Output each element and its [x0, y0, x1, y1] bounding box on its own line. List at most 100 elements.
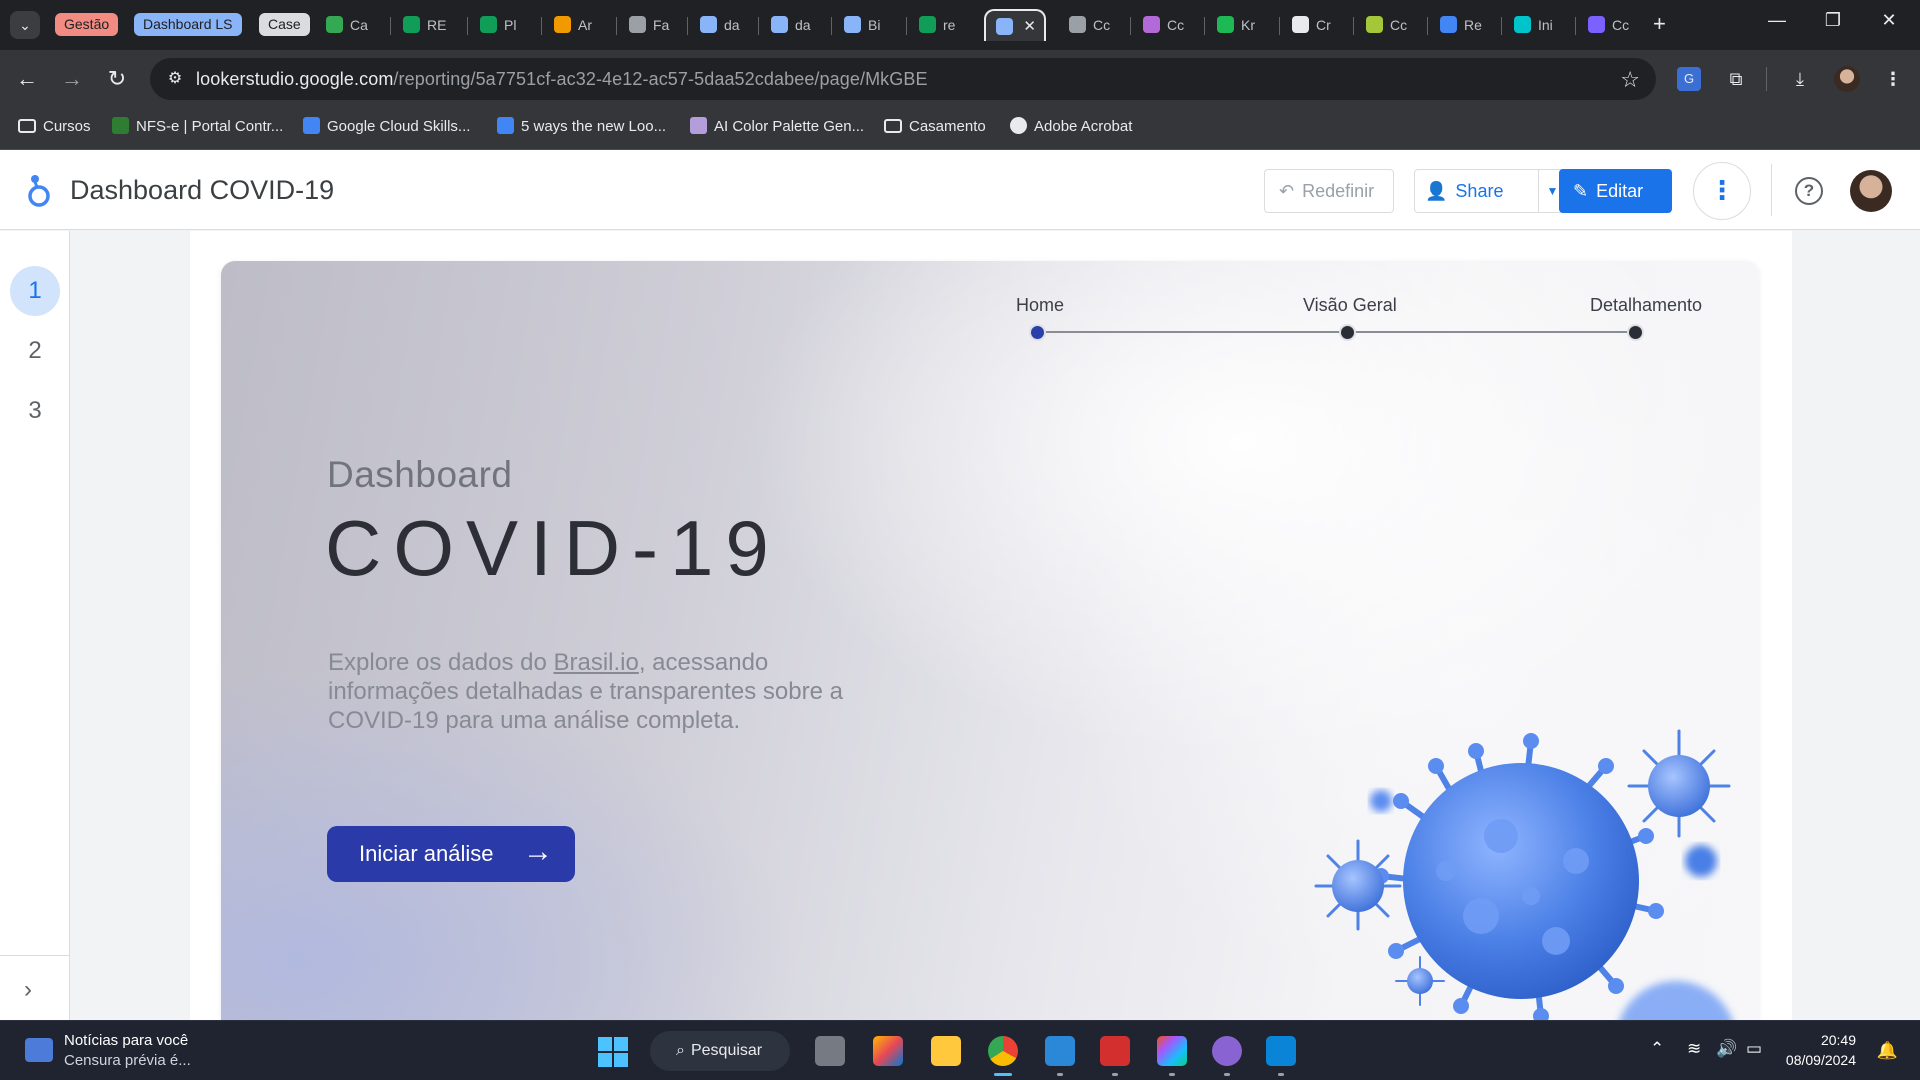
brasil-io-link[interactable]: Brasil.io	[553, 649, 638, 676]
volume-icon[interactable]: 🔊	[1716, 1039, 1737, 1059]
window-close-icon[interactable]: ✕	[1866, 10, 1912, 31]
edit-button[interactable]: ✎ Editar	[1559, 169, 1672, 213]
looker-studio-logo-icon[interactable]	[26, 174, 52, 208]
tab-1[interactable]: RE	[395, 9, 455, 41]
task-view-icon[interactable]	[815, 1036, 845, 1066]
tab-7[interactable]: Bi	[836, 9, 896, 41]
address-bar[interactable]: ⚙ lookerstudio.google.com/reporting/5a77…	[150, 58, 1656, 100]
tab-10[interactable]: Cc	[1061, 9, 1121, 41]
acrobat-indicator	[1112, 1073, 1118, 1076]
wifi-icon[interactable]: ≋	[1687, 1039, 1701, 1059]
bookmark-label: NFS-e | Portal Contr...	[136, 118, 284, 135]
clock-date[interactable]: 08/09/2024	[1786, 1052, 1856, 1068]
tab-15[interactable]: Re	[1432, 9, 1492, 41]
tab-0[interactable]: Ca	[318, 9, 378, 41]
report-nav-dot-visao-geral[interactable]	[1339, 324, 1356, 341]
close-tab-icon[interactable]: ✕	[1023, 11, 1036, 41]
tab-label: Ini	[1538, 17, 1553, 33]
copilot-icon[interactable]	[873, 1036, 903, 1066]
tab-separator	[1501, 17, 1502, 35]
clock-time[interactable]: 20:49	[1821, 1032, 1856, 1048]
bookmark-5[interactable]: Casamento	[884, 118, 986, 135]
start-analysis-button[interactable]: Iniciar análise →	[327, 826, 575, 882]
bookmark-star-icon[interactable]: ☆	[1620, 67, 1640, 93]
profile-avatar-icon[interactable]	[1834, 66, 1860, 92]
google-translate-icon[interactable]: G	[1677, 67, 1701, 91]
tab-group-gestao[interactable]: Gestão	[55, 13, 119, 36]
tab-3[interactable]: Ar	[546, 9, 606, 41]
back-icon[interactable]: ←	[11, 63, 43, 95]
bookmark-1[interactable]: NFS-e | Portal Contr...	[112, 117, 284, 135]
tab-14[interactable]: Cc	[1358, 9, 1418, 41]
tab-label: Cc	[1167, 17, 1185, 33]
tray-overflow-icon[interactable]: ⌃	[1650, 1039, 1664, 1059]
acrobat-icon[interactable]	[1100, 1036, 1130, 1066]
bookmark-0[interactable]: Cursos	[18, 118, 91, 135]
notification-bell-icon[interactable]: 🔔	[1877, 1041, 1898, 1061]
restore-icon[interactable]: ❐	[1810, 10, 1856, 31]
tab-16[interactable]: Ini	[1506, 9, 1566, 41]
tab-6[interactable]: da	[763, 9, 823, 41]
report-nav-dot-detalhamento[interactable]	[1627, 324, 1644, 341]
new-tab-button[interactable]: +	[1653, 11, 1666, 37]
tab-5[interactable]: da	[692, 9, 752, 41]
tab-13[interactable]: Cr	[1284, 9, 1344, 41]
video-app-icon	[1588, 16, 1605, 34]
file-explorer-icon[interactable]	[931, 1036, 961, 1066]
tab-group-case[interactable]: Case	[259, 13, 310, 36]
more-options-icon[interactable]: ⋮	[1693, 162, 1751, 220]
report-nav-visao-geral[interactable]: Visão Geral	[1303, 295, 1397, 316]
figma-icon[interactable]	[1157, 1036, 1187, 1066]
tab-4[interactable]: Fa	[621, 9, 681, 41]
news-title[interactable]: Notícias para você	[64, 1032, 188, 1049]
hero-panel: Home Visão Geral Detalhamento Dashboard …	[221, 261, 1759, 1021]
page-tab-3[interactable]: 3	[10, 386, 60, 436]
folder-icon	[18, 118, 36, 133]
chevron-right-icon[interactable]: ›	[24, 976, 32, 1004]
reset-button[interactable]: ↶ Redefinir	[1264, 169, 1394, 213]
page-tab-1[interactable]: 1	[10, 266, 60, 316]
tab-11[interactable]: Cc	[1135, 9, 1195, 41]
looker-studio-icon	[996, 18, 1013, 36]
site-info-icon[interactable]: ⚙	[164, 68, 186, 90]
news-widget-icon[interactable]	[25, 1038, 53, 1062]
tab-group-dashboard-ls[interactable]: Dashboard LS	[134, 13, 242, 36]
report-title[interactable]: Dashboard COVID-19	[70, 175, 334, 206]
forward-icon[interactable]: →	[56, 63, 88, 95]
tab-9[interactable]: ✕	[984, 9, 1046, 41]
news-subtitle[interactable]: Censura prévia é...	[64, 1052, 191, 1069]
tab-separator	[1279, 17, 1280, 35]
chrome-menu-icon[interactable]: ⋮	[1879, 65, 1907, 93]
downloads-icon[interactable]: ⤓	[1786, 65, 1814, 93]
tab-8[interactable]: re	[911, 9, 971, 41]
tab-17[interactable]: Cc	[1580, 9, 1640, 41]
extensions-icon[interactable]: ⧉	[1722, 65, 1750, 93]
tab-label: Bi	[868, 17, 881, 33]
battery-icon[interactable]: ▭	[1746, 1039, 1762, 1059]
blurred-virus-bottom	[1619, 981, 1733, 1021]
report-nav-dot-home[interactable]	[1029, 324, 1046, 341]
bookmark-label: Adobe Acrobat	[1034, 118, 1133, 135]
share-button[interactable]: 👤 Share	[1414, 169, 1539, 213]
bookmark-4[interactable]: AI Color Palette Gen...	[690, 117, 864, 135]
tab-search-button[interactable]: ⌄	[10, 11, 40, 39]
notepad-icon[interactable]	[1045, 1036, 1075, 1066]
chrome-icon[interactable]	[988, 1036, 1018, 1066]
purple-app-icon	[1143, 16, 1160, 34]
vscode-icon[interactable]	[1266, 1036, 1296, 1066]
page-tab-2[interactable]: 2	[10, 326, 60, 376]
bookmark-3[interactable]: 5 ways the new Loo...	[497, 117, 666, 135]
avatar[interactable]	[1850, 170, 1892, 212]
windows-start-icon[interactable]	[598, 1037, 628, 1067]
minimize-icon[interactable]: —	[1754, 10, 1800, 31]
report-nav-home[interactable]: Home	[1016, 295, 1064, 316]
help-icon[interactable]: ?	[1795, 177, 1823, 205]
taskbar-search[interactable]: ⌕ Pesquisar	[650, 1031, 790, 1071]
bookmark-6[interactable]: Adobe Acrobat	[1010, 117, 1133, 135]
bookmark-2[interactable]: Google Cloud Skills...	[303, 117, 470, 135]
report-nav-detalhamento[interactable]: Detalhamento	[1590, 295, 1702, 316]
reload-icon[interactable]: ↻	[101, 63, 133, 95]
tab-2[interactable]: Pl	[472, 9, 532, 41]
github-desktop-icon[interactable]	[1212, 1036, 1242, 1066]
tab-12[interactable]: Kr	[1209, 9, 1269, 41]
